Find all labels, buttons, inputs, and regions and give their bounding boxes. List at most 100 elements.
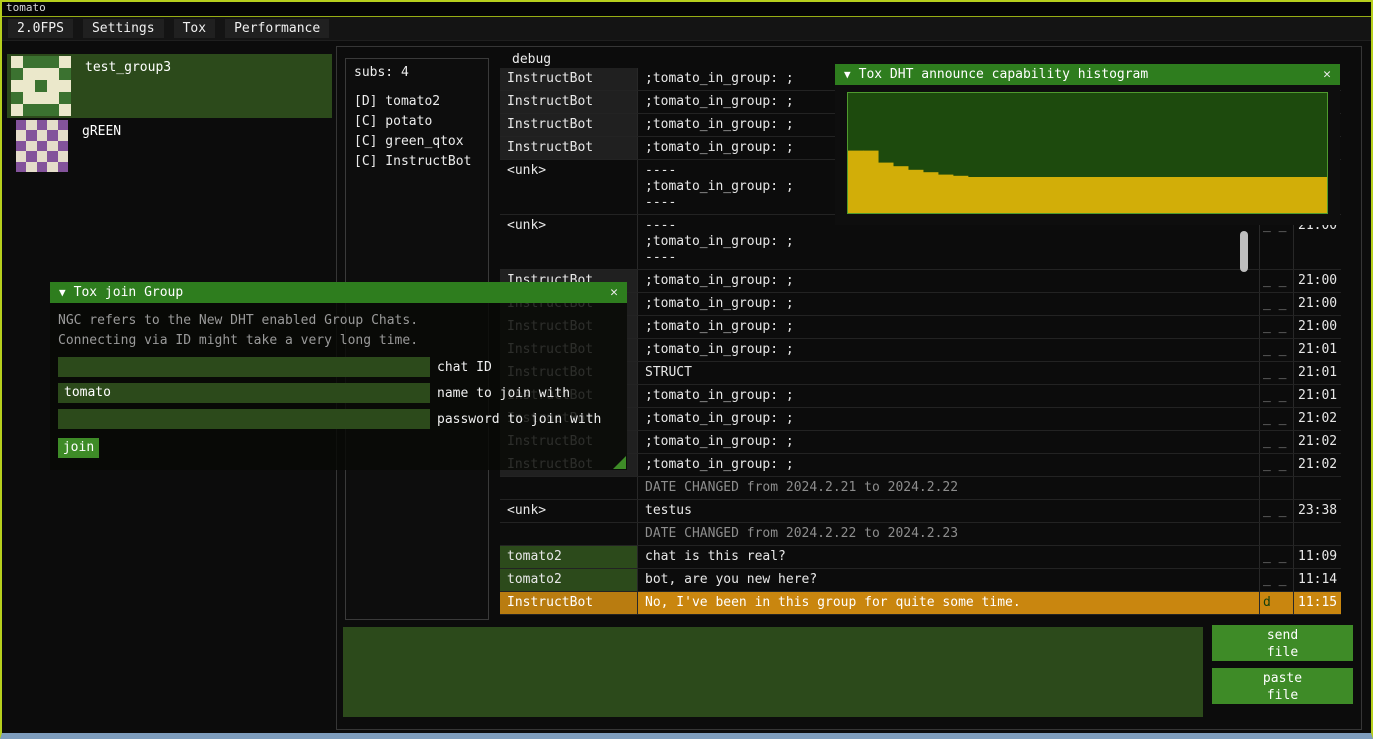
peer-list-item[interactable]: [C] potato — [354, 112, 480, 132]
close-icon[interactable]: ✕ — [610, 285, 618, 300]
chat-sender[interactable] — [500, 477, 637, 499]
chat-status-flags: _ _ — [1259, 339, 1293, 361]
chat-timestamp: 21:00 — [1293, 270, 1341, 292]
chat-status-flags: _ _ — [1259, 454, 1293, 476]
menu-performance[interactable]: Performance — [225, 19, 329, 38]
join-name-label: name to join with — [437, 386, 570, 401]
peer-list-item[interactable]: [D] tomato2 — [354, 92, 480, 112]
chat-message: ;tomato_in_group: ; — [637, 385, 1259, 407]
fps-counter: 2.0FPS — [8, 19, 73, 38]
chat-row: DATE CHANGED from 2024.2.22 to 2024.2.23 — [500, 523, 1341, 546]
sidebar-item-green[interactable]: gREEN — [7, 118, 332, 176]
chat-sender[interactable]: InstructBot — [500, 91, 637, 113]
chat-timestamp: 11:15 — [1293, 592, 1341, 614]
tab-debug[interactable]: debug — [506, 50, 557, 69]
chat-message: ;tomato_in_group: ; — [637, 339, 1259, 361]
chat-message: chat is this real? — [637, 546, 1259, 568]
sidebar-item-test-group3[interactable]: test_group3 — [7, 54, 332, 118]
chat-timestamp: 11:14 — [1293, 569, 1341, 591]
chat-message: No, I've been in this group for quite so… — [637, 592, 1259, 614]
send-file-button[interactable]: send file — [1212, 625, 1353, 661]
chat-sender[interactable]: InstructBot — [500, 137, 637, 159]
chat-message: ;tomato_in_group: ; — [637, 431, 1259, 453]
chat-sender[interactable]: <unk> — [500, 160, 637, 214]
collapse-icon[interactable]: ▼ — [59, 286, 66, 299]
join-group-titlebar[interactable]: ▼ Tox join Group ✕ — [50, 282, 627, 303]
chat-timestamp — [1293, 477, 1341, 499]
dht-histogram-window: ▼ Tox DHT announce capability histogram … — [835, 64, 1340, 225]
chat-message: testus — [637, 500, 1259, 522]
group-label: gREEN — [82, 124, 121, 176]
chat-sender[interactable]: <unk> — [500, 500, 637, 522]
chat-timestamp: 21:00 — [1293, 316, 1341, 338]
chat-message: bot, are you new here? — [637, 569, 1259, 591]
group-avatar — [16, 120, 68, 172]
dht-histogram-title: Tox DHT announce capability histogram — [859, 67, 1149, 82]
join-password-input[interactable] — [58, 409, 430, 429]
chat-message: STRUCT — [637, 362, 1259, 384]
chat-id-label: chat ID — [437, 360, 492, 375]
chat-row: InstructBot No, I've been in this group … — [500, 592, 1341, 615]
app-window: tomato 2.0FPS Settings Tox Performance t… — [0, 0, 1373, 739]
join-name-input[interactable]: tomato — [58, 383, 430, 403]
chat-status-flags: _ _ — [1259, 270, 1293, 292]
chat-message: DATE CHANGED from 2024.2.21 to 2024.2.22 — [637, 477, 1259, 499]
chat-timestamp: 21:02 — [1293, 408, 1341, 430]
chat-sender[interactable] — [500, 523, 637, 545]
chat-sender[interactable]: tomato2 — [500, 546, 637, 568]
group-label: test_group3 — [85, 60, 171, 118]
resize-handle[interactable] — [613, 456, 626, 469]
chat-status-flags: _ _ — [1259, 362, 1293, 384]
message-input[interactable] — [343, 627, 1203, 717]
peer-list-item[interactable]: [C] green_qtox — [354, 132, 480, 152]
chat-sender[interactable]: InstructBot — [500, 592, 637, 614]
chat-row: tomato2 bot, are you new here? _ _ 11:14 — [500, 569, 1341, 592]
menu-bar: 2.0FPS Settings Tox Performance — [0, 17, 1373, 41]
dht-histogram-titlebar[interactable]: ▼ Tox DHT announce capability histogram … — [835, 64, 1340, 85]
chat-message: DATE CHANGED from 2024.2.22 to 2024.2.23 — [637, 523, 1259, 545]
chat-message: ;tomato_in_group: ; — [637, 316, 1259, 338]
menu-settings[interactable]: Settings — [83, 19, 164, 38]
chat-status-flags: _ _ — [1259, 385, 1293, 407]
chat-status-flags — [1259, 523, 1293, 545]
window-titlebar[interactable]: tomato — [0, 0, 1373, 17]
chat-status-flags: _ _ — [1259, 316, 1293, 338]
chat-row: DATE CHANGED from 2024.2.21 to 2024.2.22 — [500, 477, 1341, 500]
chat-message: ;tomato_in_group: ; — [637, 293, 1259, 315]
chat-id-input[interactable] — [58, 357, 430, 377]
chat-status-flags: _ _ — [1259, 569, 1293, 591]
peer-count-label: subs: 4 — [354, 65, 480, 80]
collapse-icon[interactable]: ▼ — [844, 68, 851, 81]
chat-status-flags: _ _ — [1259, 293, 1293, 315]
chat-timestamp: 11:09 — [1293, 546, 1341, 568]
paste-file-button[interactable]: paste file — [1212, 668, 1353, 704]
chat-timestamp — [1293, 523, 1341, 545]
chat-timestamp: 21:00 — [1293, 293, 1341, 315]
chat-scrollbar-thumb[interactable] — [1240, 231, 1248, 272]
chat-message: ;tomato_in_group: ; — [637, 454, 1259, 476]
join-password-label: password to join with — [437, 412, 601, 427]
join-desc-line2: Connecting via ID might take a very long… — [58, 331, 619, 351]
chat-sender[interactable]: <unk> — [500, 215, 637, 269]
chat-timestamp: 21:02 — [1293, 454, 1341, 476]
chat-sender[interactable]: InstructBot — [500, 114, 637, 136]
chat-status-flags: d — [1259, 592, 1293, 614]
chat-row: tomato2 chat is this real? _ _ 11:09 — [500, 546, 1341, 569]
chat-timestamp: 23:38 — [1293, 500, 1341, 522]
peer-list: [D] tomato2 [C] potato [C] green_qtox [C… — [354, 92, 480, 172]
peer-list-item[interactable]: [C] InstructBot — [354, 152, 480, 172]
join-group-window: ▼ Tox join Group ✕ NGC refers to the New… — [50, 282, 627, 470]
chat-status-flags — [1259, 477, 1293, 499]
chat-sender[interactable]: tomato2 — [500, 569, 637, 591]
chat-timestamp: 21:02 — [1293, 431, 1341, 453]
menu-tox[interactable]: Tox — [174, 19, 215, 38]
chat-status-flags: _ _ — [1259, 408, 1293, 430]
join-group-title: Tox join Group — [74, 285, 184, 300]
join-button[interactable]: join — [58, 438, 99, 458]
chat-message: ;tomato_in_group: ; — [637, 270, 1259, 292]
chat-sender[interactable]: InstructBot — [500, 68, 637, 90]
close-icon[interactable]: ✕ — [1323, 67, 1331, 82]
dht-histogram-plot — [847, 92, 1328, 214]
group-avatar — [11, 56, 71, 116]
chat-timestamp: 21:01 — [1293, 385, 1341, 407]
